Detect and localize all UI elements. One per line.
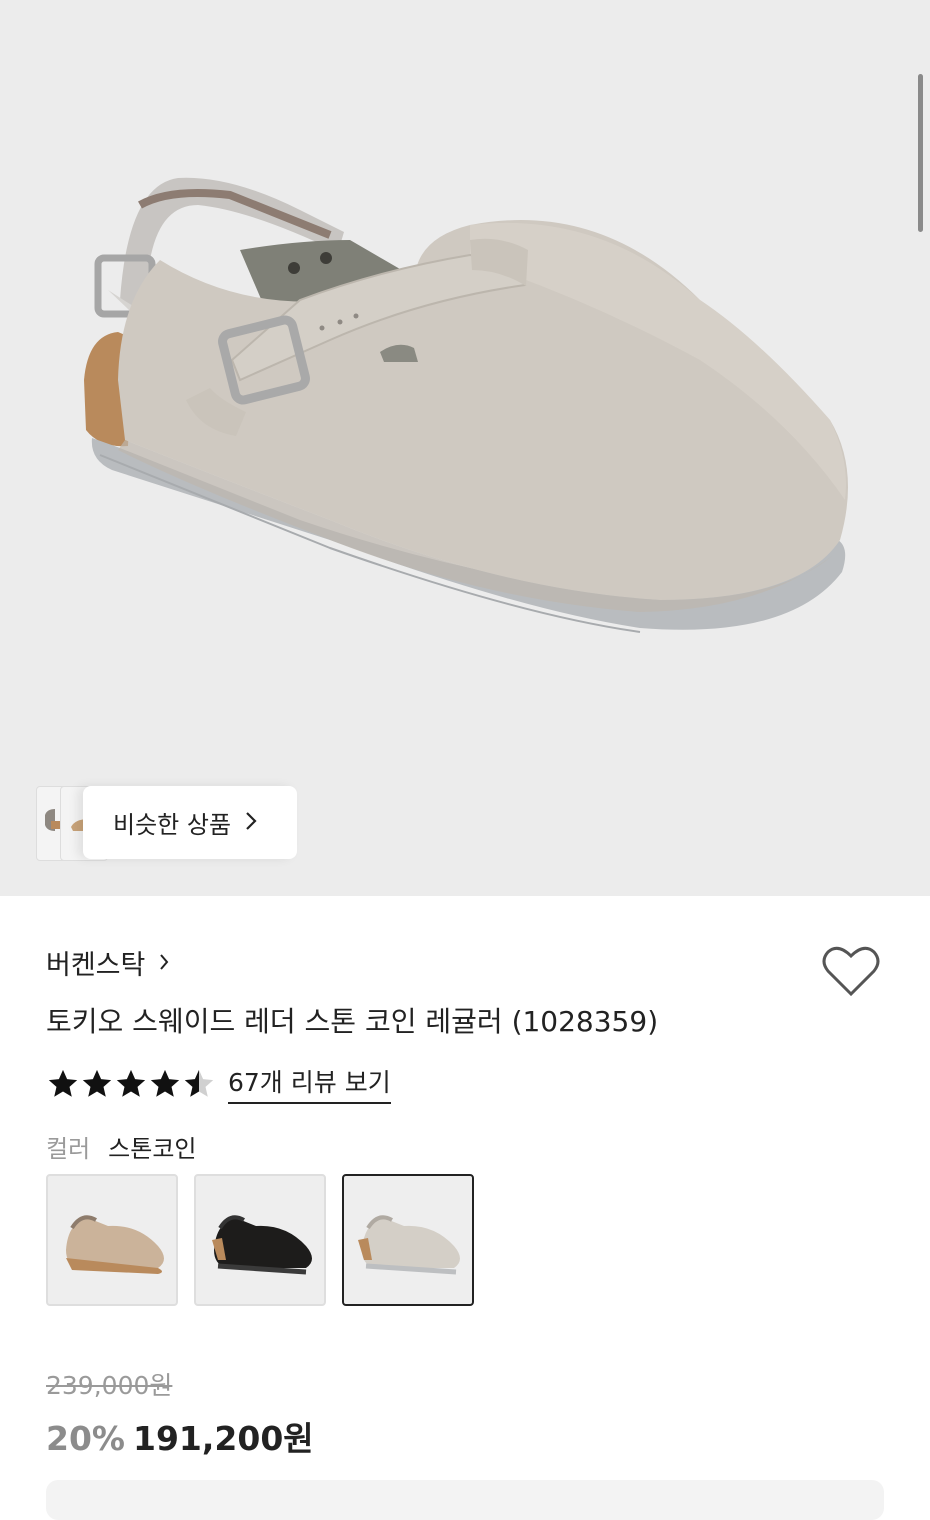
price-row: 20% 191,200원 bbox=[46, 1412, 314, 1460]
color-label: 컬러 bbox=[46, 1135, 91, 1163]
info-box bbox=[46, 1480, 884, 1520]
star-full-icon bbox=[116, 1069, 146, 1097]
brand-link[interactable]: 버켄스탁 bbox=[46, 943, 169, 982]
chevron-right-icon bbox=[245, 809, 257, 837]
color-value: 스톤코인 bbox=[108, 1135, 197, 1163]
similar-products-label: 비슷한 상품 bbox=[113, 811, 232, 839]
swatch-black[interactable] bbox=[194, 1174, 326, 1306]
star-half-icon bbox=[184, 1069, 214, 1097]
product-title: 토키오 스웨이드 레더 스톤 코인 레귤러 (1028359) bbox=[46, 1005, 659, 1038]
reviews-link[interactable]: 67개 리뷰 보기 bbox=[228, 1063, 391, 1104]
product-main-image[interactable]: 비슷한 상품 bbox=[0, 0, 930, 896]
discount-rate: 20% bbox=[46, 1419, 125, 1458]
rating-stars bbox=[46, 1067, 216, 1101]
chevron-right-icon bbox=[159, 947, 169, 978]
original-price: 239,000원 bbox=[46, 1371, 173, 1400]
swatch-stone-coin[interactable] bbox=[342, 1174, 474, 1306]
star-full-icon bbox=[82, 1069, 112, 1097]
star-full-icon bbox=[150, 1069, 180, 1097]
scrollbar[interactable] bbox=[918, 74, 923, 232]
color-row: 컬러 스톤코인 bbox=[46, 1129, 197, 1164]
swatch-taupe[interactable] bbox=[46, 1174, 178, 1306]
star-full-icon bbox=[48, 1069, 78, 1097]
similar-products-button[interactable]: 비슷한 상품 bbox=[83, 786, 297, 859]
wishlist-heart-icon[interactable] bbox=[822, 944, 880, 998]
sale-price: 191,200원 bbox=[133, 1419, 314, 1458]
rating-row: 67개 리뷰 보기 bbox=[46, 1063, 391, 1104]
clog-shoe-image bbox=[84, 177, 848, 633]
brand-name: 버켄스탁 bbox=[46, 950, 146, 981]
